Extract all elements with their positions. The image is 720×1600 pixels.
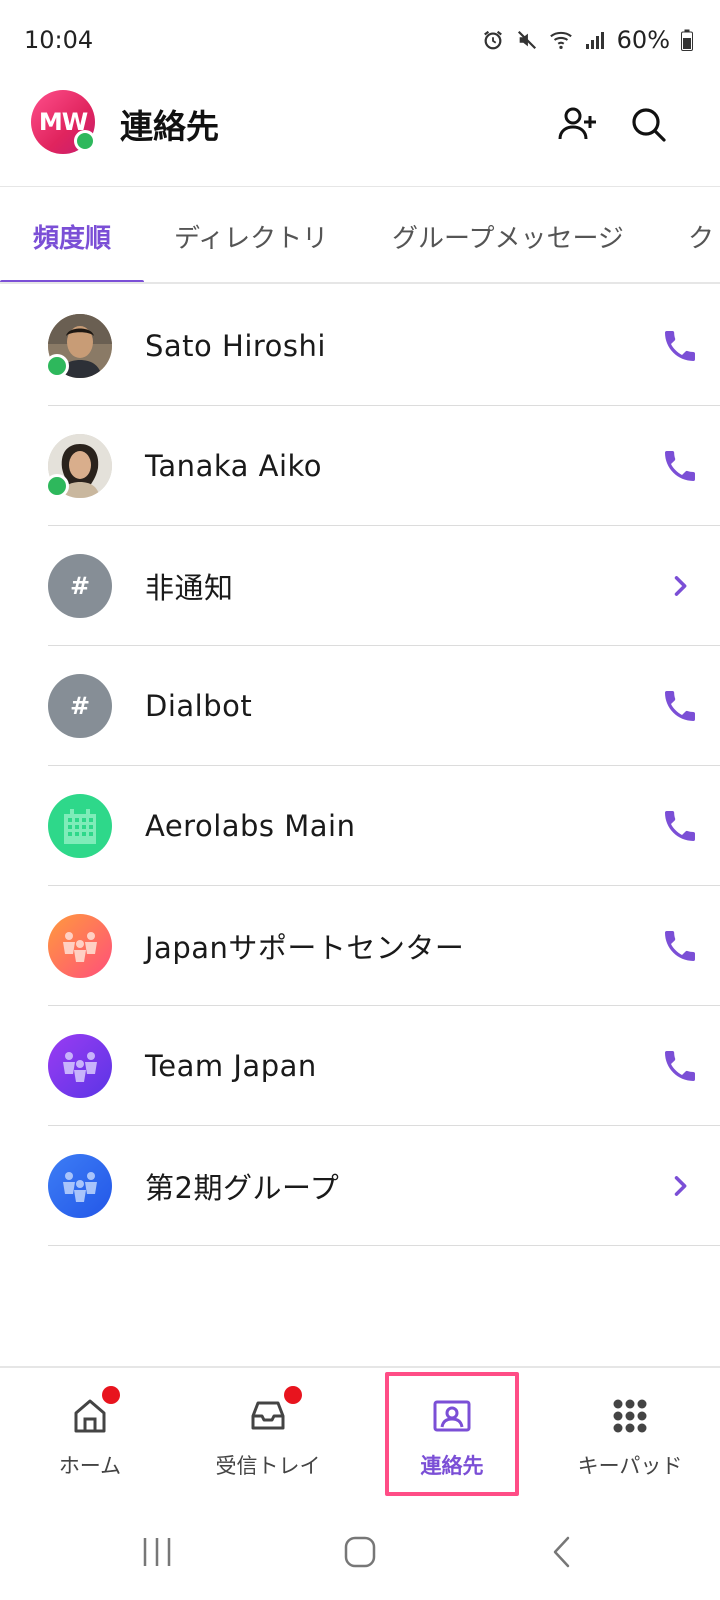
list-item[interactable]: # 非通知 <box>0 526 720 646</box>
search-icon <box>632 108 666 142</box>
notification-badge <box>102 1386 120 1404</box>
phone-icon <box>665 331 695 361</box>
add-contact-button[interactable] <box>555 102 599 146</box>
notification-badge <box>284 1386 302 1404</box>
tab-label: グループメッセージ <box>392 223 624 254</box>
avatar <box>48 914 112 978</box>
phone-icon <box>665 691 695 721</box>
hash-icon: # <box>69 572 91 600</box>
call-button[interactable] <box>658 684 702 728</box>
list-item[interactable]: Tanaka Aiko <box>0 406 720 526</box>
tab-label: ディレクトリ <box>174 223 329 254</box>
building-icon <box>64 809 96 844</box>
nav-keypad[interactable]: キーパッド <box>542 1368 718 1504</box>
recent-apps-button[interactable] <box>133 1532 181 1572</box>
call-button[interactable] <box>658 324 702 368</box>
nav-label: 受信トレイ <box>215 1454 321 1478</box>
nav-home[interactable]: ホーム <box>2 1368 178 1504</box>
list-item[interactable]: Sato Hiroshi <box>0 286 720 406</box>
phone-icon <box>665 1051 695 1081</box>
phone-icon <box>665 931 695 961</box>
contact-name: Tanaka Aiko <box>145 449 323 483</box>
chevron-right-icon <box>674 1176 687 1196</box>
add-contact-icon <box>558 107 596 140</box>
home-system-button[interactable] <box>336 1532 384 1572</box>
status-bar: 10:04 60% <box>0 0 720 80</box>
contact-name: Team Japan <box>145 1049 317 1083</box>
status-icons: 60% <box>481 26 694 54</box>
tab-directory[interactable]: ディレクトリ <box>174 188 329 282</box>
battery-percent: 60% <box>616 26 670 54</box>
page-title: 連絡先 <box>120 107 219 146</box>
nav-contacts[interactable]: 連絡先 <box>364 1368 540 1504</box>
home-circle-icon <box>344 1536 376 1568</box>
contact-name: Japanサポートセンター <box>145 931 465 965</box>
list-item[interactable]: Japanサポートセンター <box>0 886 720 1006</box>
avatar: # <box>48 674 112 738</box>
alarm-icon <box>481 28 505 52</box>
tab-indicator <box>0 280 144 282</box>
contacts-icon <box>430 1394 474 1438</box>
contact-name: Aerolabs Main <box>145 809 356 843</box>
tab-label: 頻度順 <box>32 223 111 254</box>
avatar <box>48 1154 112 1218</box>
contact-name: Sato Hiroshi <box>145 329 326 363</box>
mute-icon <box>515 28 539 52</box>
tab-bar: 頻度順 ディレクトリ グループメッセージ ク <box>0 188 720 284</box>
contact-name: 第2期グループ <box>145 1171 340 1205</box>
tab-group-messages[interactable]: グループメッセージ <box>392 188 624 282</box>
app-header: MW 連絡先 <box>0 80 720 187</box>
inbox-icon <box>246 1394 290 1438</box>
group-icon <box>63 1052 97 1082</box>
list-item[interactable]: Team Japan <box>0 1006 720 1126</box>
list-item[interactable]: # Dialbot <box>0 646 720 766</box>
status-time: 10:04 <box>24 26 94 54</box>
tab-more-partial[interactable]: ク <box>688 188 715 282</box>
nav-label: キーパッド <box>577 1454 683 1478</box>
online-status-dot <box>74 130 96 152</box>
phone-icon <box>665 811 695 841</box>
list-item[interactable]: 第2期グループ <box>0 1126 720 1246</box>
keypad-icon <box>608 1394 652 1438</box>
phone-icon <box>665 451 695 481</box>
call-button[interactable] <box>658 1044 702 1088</box>
hash-icon: # <box>69 692 91 720</box>
contact-list: Sato Hiroshi Tanaka Aiko # 非通知 # Dialbot… <box>0 286 720 1246</box>
chevron-right-icon <box>674 576 687 596</box>
call-button[interactable] <box>658 804 702 848</box>
online-status-dot <box>45 354 69 378</box>
open-button[interactable] <box>658 1164 702 1208</box>
system-nav-bar <box>0 1504 720 1600</box>
call-button[interactable] <box>658 444 702 488</box>
tab-label: ク <box>688 223 715 254</box>
contact-name: Dialbot <box>145 689 253 723</box>
list-item[interactable]: Aerolabs Main <box>0 766 720 886</box>
signal-icon <box>583 28 607 52</box>
nav-label: 連絡先 <box>420 1454 484 1478</box>
open-button[interactable] <box>658 564 702 608</box>
avatar <box>48 1034 112 1098</box>
group-icon <box>63 1172 97 1202</box>
contacts-screen: 10:04 60% MW 連絡先 頻度順 ディレクトリ グループメッセージ ク … <box>0 0 720 1600</box>
search-button[interactable] <box>626 102 670 146</box>
recent-apps-icon <box>143 1538 171 1566</box>
bottom-nav: ホーム 受信トレイ 連絡先 キーパッド <box>0 1366 720 1502</box>
back-icon <box>553 1536 570 1568</box>
wifi-icon <box>549 28 573 52</box>
avatar <box>48 794 112 858</box>
battery-icon <box>680 28 694 52</box>
avatar: # <box>48 554 112 618</box>
online-status-dot <box>45 474 69 498</box>
back-button[interactable] <box>538 1532 586 1572</box>
nav-label: ホーム <box>58 1454 122 1478</box>
group-icon <box>63 932 97 962</box>
tab-frequent[interactable]: 頻度順 <box>0 188 144 282</box>
call-button[interactable] <box>658 924 702 968</box>
contact-name: 非通知 <box>145 571 234 605</box>
nav-inbox[interactable]: 受信トレイ <box>180 1368 356 1504</box>
